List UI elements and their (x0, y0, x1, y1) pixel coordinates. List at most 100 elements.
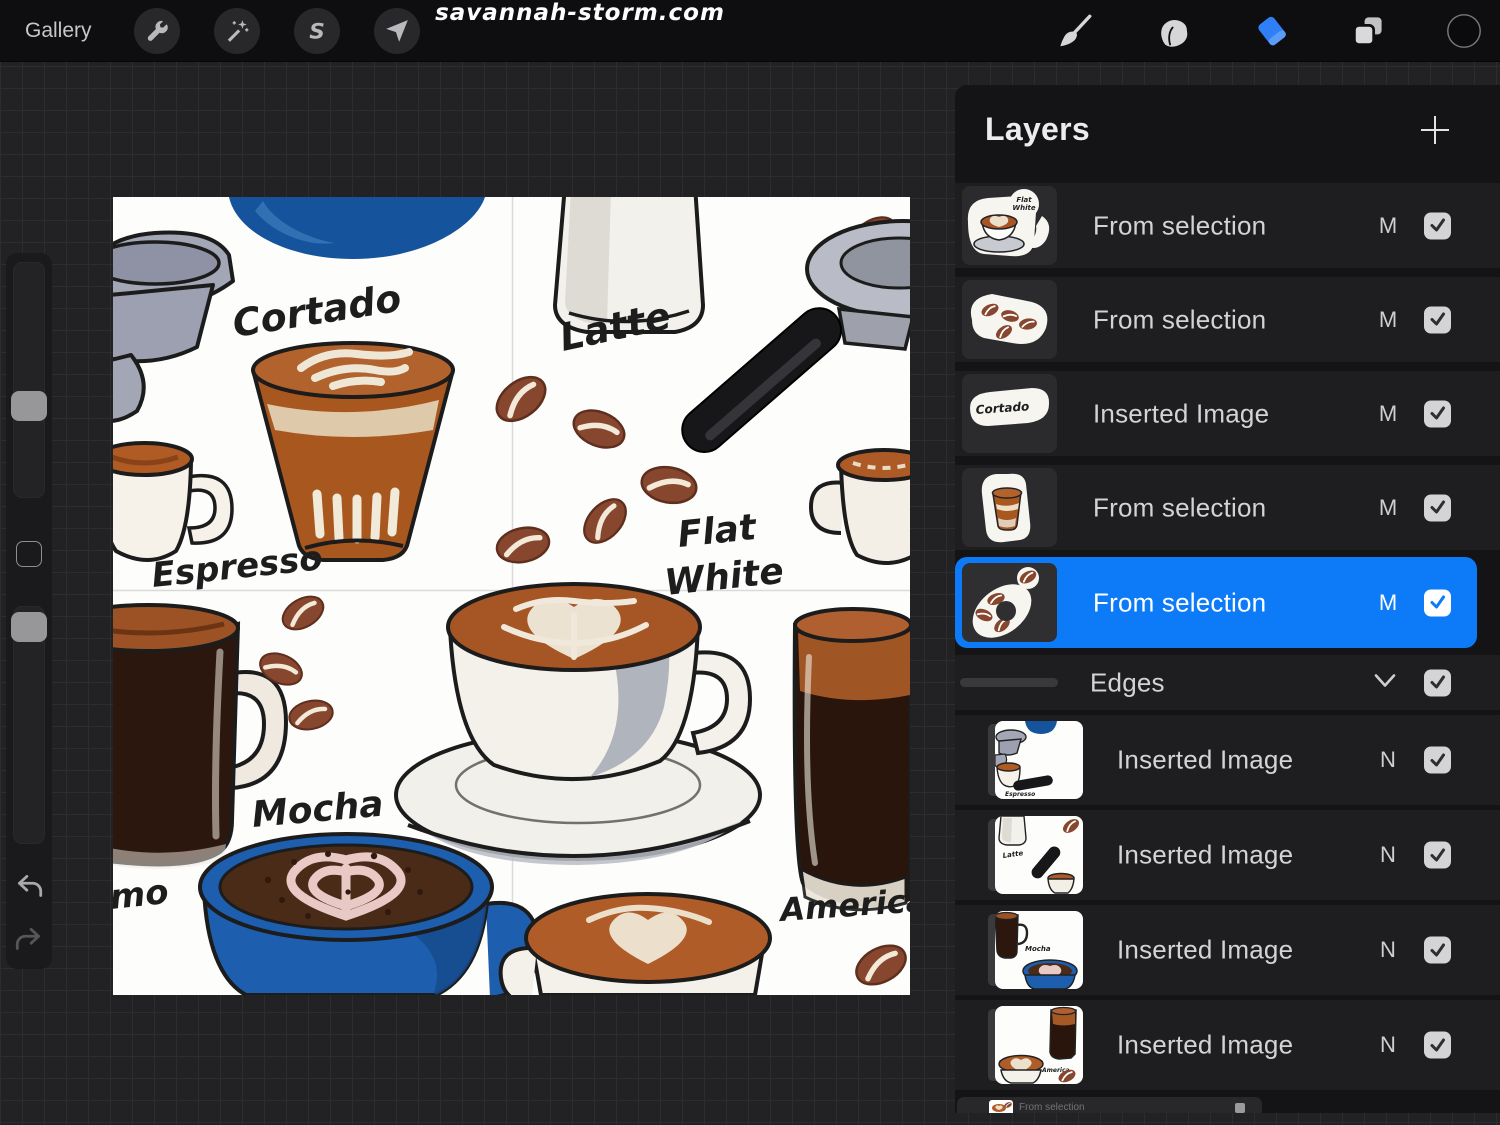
magic-wand-icon (224, 18, 250, 44)
label-cortado: Cortado (230, 276, 405, 346)
blend-mode-badge[interactable]: N (1368, 1032, 1408, 1058)
layer-thumbnail[interactable]: Mocha (995, 911, 1083, 989)
layers-icon (1351, 14, 1385, 48)
layer-thumbnail[interactable]: Espresso (995, 721, 1083, 799)
blend-mode-badge[interactable]: M (1368, 213, 1408, 239)
workspace-background: Gallery S savannah-storm.com (0, 0, 1500, 1125)
visibility-checkbox[interactable] (1235, 1103, 1245, 1113)
layer-group-row[interactable]: Edges (955, 655, 1500, 710)
blend-mode-badge[interactable]: N (1368, 937, 1408, 963)
layer-row-nested[interactable]: Latte Inserted Image N (955, 810, 1500, 900)
paintbrush-icon (1058, 14, 1092, 48)
checkmark-icon (1428, 1035, 1448, 1055)
portafilter-basket-illustration (113, 232, 233, 421)
layer-name: From selection (1093, 304, 1266, 335)
blend-mode-badge[interactable]: M (1368, 590, 1408, 616)
layer-thumbnail[interactable] (962, 563, 1057, 642)
group-thumbnail-bar[interactable] (960, 678, 1058, 687)
layer-row[interactable]: From selection M (955, 277, 1500, 362)
blend-mode-badge[interactable]: M (1368, 495, 1408, 521)
label-flat-white-1: Flat (676, 507, 760, 556)
gallery-button[interactable]: Gallery (25, 0, 92, 62)
selection-button[interactable]: S (294, 8, 340, 54)
blend-mode-badge[interactable]: N (1368, 842, 1408, 868)
label-flat-white-2: White (663, 551, 786, 604)
visibility-checkbox[interactable] (1424, 937, 1451, 964)
visibility-checkbox[interactable] (1424, 306, 1451, 333)
brush-size-handle[interactable] (11, 391, 47, 421)
americano-glass-illustration (795, 609, 910, 910)
layer-row[interactable]: Flat White From selection M (955, 183, 1500, 268)
layer-thumbnail[interactable] (962, 280, 1057, 359)
collapse-group-button[interactable] (1370, 669, 1400, 696)
actions-button[interactable] (134, 8, 180, 54)
redo-icon (13, 924, 45, 956)
color-circle-icon (1446, 11, 1482, 51)
redo-button[interactable] (13, 924, 45, 956)
layers-panel-title: Layers (985, 111, 1090, 148)
visibility-checkbox[interactable] (1424, 842, 1451, 869)
layer-thumbnail[interactable] (989, 1100, 1013, 1113)
mocha-cup-illustration (200, 834, 538, 995)
checkmark-icon (1428, 310, 1448, 330)
coffee-bean (850, 938, 910, 992)
layer-row-nested[interactable]: Espresso Inserted Image N (955, 715, 1500, 805)
svg-text:Mocha: Mocha (1025, 945, 1051, 953)
layer-thumbnail[interactable]: Flat White (962, 186, 1057, 265)
visibility-checkbox[interactable] (1424, 400, 1451, 427)
visibility-checkbox[interactable] (1424, 589, 1451, 616)
portafilter-handle-illustration (673, 221, 910, 461)
visibility-checkbox[interactable] (1424, 494, 1451, 521)
layer-thumbnail[interactable]: Cortado (962, 374, 1057, 453)
checkmark-icon (1428, 750, 1448, 770)
layer-row-nested[interactable]: America Inserted Image N (955, 1000, 1500, 1090)
erase-tool-button[interactable] (1254, 13, 1290, 49)
undo-button[interactable] (13, 871, 45, 903)
layers-panel: Layers Flat White From selection M (955, 85, 1500, 1113)
visibility-checkbox[interactable] (1424, 747, 1451, 774)
selection-s-icon: S (304, 18, 330, 44)
brush-opacity-handle[interactable] (11, 612, 47, 642)
layer-thumbnail[interactable]: America (995, 1006, 1083, 1084)
svg-text:White: White (1012, 204, 1035, 212)
layer-row-selected[interactable]: From selection M (955, 557, 1477, 648)
label-mocha: Mocha (250, 784, 385, 836)
layer-thumbnail[interactable] (962, 468, 1057, 547)
visibility-checkbox[interactable] (1424, 1032, 1451, 1059)
layer-name: Inserted Image (1093, 398, 1269, 429)
espresso-cup-illustration (113, 443, 232, 560)
label-americano-partial: mo (113, 872, 170, 918)
transform-button[interactable] (374, 8, 420, 54)
layer-name: Inserted Image (1117, 745, 1293, 776)
layer-row[interactable]: Cortado Inserted Image M (955, 371, 1500, 456)
espresso-cup-right-illustration (811, 450, 910, 563)
layer-row-partial[interactable]: From selection (957, 1097, 1262, 1113)
add-layer-button[interactable] (1418, 113, 1452, 147)
eraser-icon (1254, 13, 1290, 49)
top-toolbar: Gallery S savannah-storm.com (0, 0, 1500, 62)
document-title[interactable]: savannah-storm.com (435, 0, 725, 62)
smudge-tool-button[interactable] (1154, 13, 1190, 49)
layer-row-nested[interactable]: Mocha Inserted Image N (955, 905, 1500, 995)
group-name: Edges (1090, 667, 1165, 698)
visibility-checkbox[interactable] (1424, 212, 1451, 239)
visibility-checkbox[interactable] (1424, 669, 1451, 696)
blend-mode-badge[interactable]: N (1368, 747, 1408, 773)
adjustments-button[interactable] (214, 8, 260, 54)
svg-text:Espresso: Espresso (1005, 791, 1035, 798)
checkmark-icon (1428, 216, 1448, 236)
brush-size-slider[interactable] (13, 262, 45, 498)
modify-button[interactable] (16, 541, 42, 567)
layer-thumbnail[interactable]: Latte (995, 816, 1083, 894)
paint-tool-button[interactable] (1057, 13, 1093, 49)
layer-name: Inserted Image (1117, 935, 1293, 966)
layers-panel-button[interactable] (1350, 13, 1386, 49)
kettle-illustration (229, 197, 485, 259)
layer-row[interactable]: From selection M (955, 465, 1500, 550)
smudge-finger-icon (1155, 14, 1189, 48)
undo-icon (13, 871, 45, 903)
drawing-canvas[interactable]: Cortado Latte Espresso Flat White Mocha … (113, 197, 910, 995)
blend-mode-badge[interactable]: M (1368, 307, 1408, 333)
color-swatch-button[interactable] (1446, 13, 1482, 49)
blend-mode-badge[interactable]: M (1368, 401, 1408, 427)
